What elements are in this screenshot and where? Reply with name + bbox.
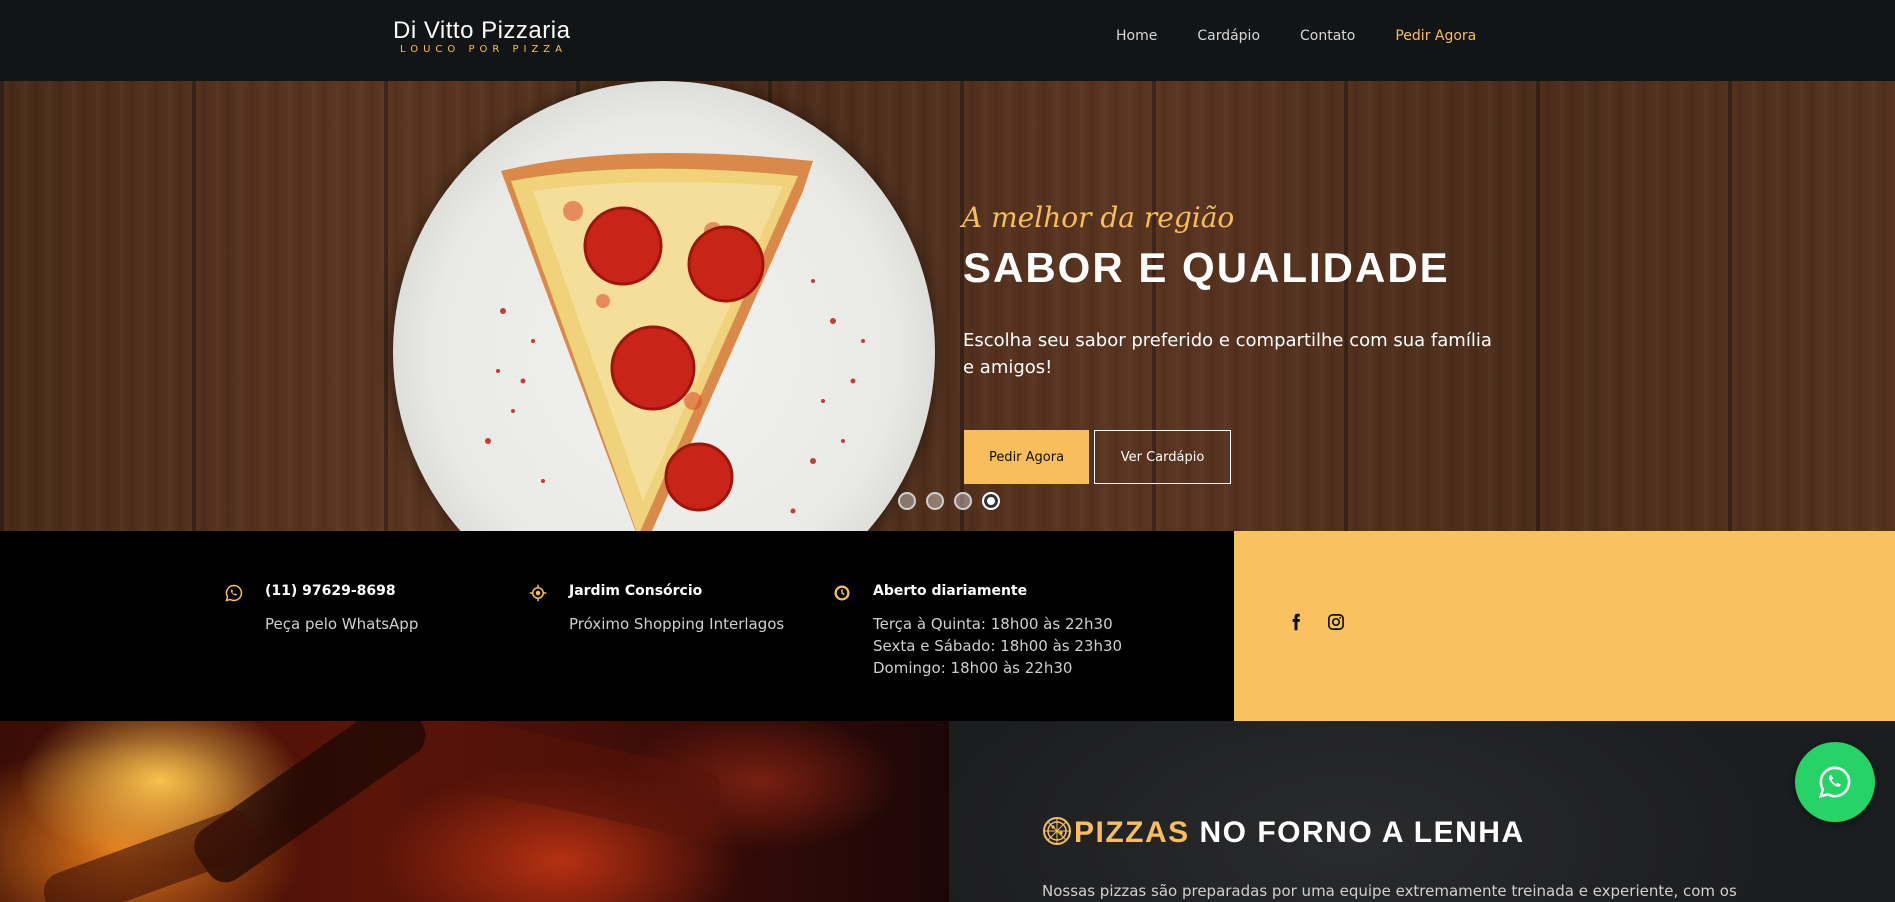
info-hours-line-3: Domingo: 18h00 às 22h30 — [873, 659, 1073, 677]
info-location-lines: Próximo Shopping Interlagos — [569, 613, 784, 635]
social-links — [1287, 613, 1345, 631]
brand-logo[interactable]: Di Vitto Pizzaria LOUCO POR PIZZA — [393, 18, 570, 56]
info-band: (11) 97629-8698 Peça pelo WhatsApp Jardi… — [0, 531, 1234, 721]
about-title-rest: NO FORNO A LENHA — [1189, 816, 1525, 849]
nav-contato[interactable]: Contato — [1300, 28, 1355, 44]
carousel-dot-3[interactable] — [954, 492, 972, 510]
carousel-dot-1[interactable] — [898, 492, 916, 510]
facebook-icon[interactable] — [1287, 613, 1305, 631]
view-menu-button[interactable]: Ver Cardápio — [1094, 430, 1231, 484]
carousel-indicators — [898, 492, 1000, 510]
info-phone-lines: Peça pelo WhatsApp — [265, 613, 418, 635]
carousel-dot-4[interactable] — [982, 492, 1000, 510]
pizza-icon — [1043, 817, 1071, 845]
pizza-plate-image — [393, 81, 935, 531]
location-icon — [529, 584, 547, 602]
info-hours-line-2: Sexta e Sábado: 18h00 às 23h30 — [873, 637, 1123, 655]
whatsapp-icon — [1818, 766, 1851, 798]
nav-home[interactable]: Home — [1116, 28, 1157, 44]
clock-icon — [834, 585, 850, 601]
info-phone-line: Peça pelo WhatsApp — [265, 615, 419, 633]
social-panel — [1234, 531, 1895, 721]
brand-name: Di Vitto Pizzaria — [393, 17, 571, 44]
pizza-slice-image — [485, 153, 865, 531]
instagram-icon[interactable] — [1327, 613, 1345, 631]
hero-description: Escolha seu sabor preferido e compartilh… — [963, 330, 1492, 378]
log-shape — [38, 804, 262, 902]
wood-fire-image — [0, 721, 949, 902]
nav-pedir-agora[interactable]: Pedir Agora — [1395, 28, 1476, 44]
about-title-highlight: PIZZAS — [1074, 816, 1190, 849]
nav-cardapio[interactable]: Cardápio — [1197, 28, 1260, 44]
about-title: PIZZAS NO FORNO A LENHA — [1042, 816, 1525, 850]
whatsapp-icon — [225, 584, 243, 602]
about-description: Nossas pizzas são preparadas por uma equ… — [1042, 882, 1737, 900]
navbar: Di Vitto Pizzaria LOUCO POR PIZZA Home C… — [0, 0, 1895, 81]
hero-title: SABOR E QUALIDADE — [963, 244, 1450, 291]
info-location-line: Próximo Shopping Interlagos — [569, 615, 785, 633]
main-nav: Home Cardápio Contato Pedir Agora — [1116, 28, 1516, 44]
carousel-dot-2[interactable] — [926, 492, 944, 510]
info-location-title: Jardim Consórcio — [569, 583, 703, 599]
info-hours-lines: Terça à Quinta: 18h00 às 22h30 Sexta e S… — [873, 613, 1122, 679]
brand-tagline: LOUCO POR PIZZA — [400, 44, 567, 55]
info-phone-title[interactable]: (11) 97629-8698 — [265, 583, 396, 599]
log-shape — [416, 721, 724, 842]
hero-kicker: A melhor da região — [962, 201, 1235, 234]
order-now-button[interactable]: Pedir Agora — [964, 430, 1089, 484]
whatsapp-float-button[interactable] — [1795, 742, 1875, 822]
about-section: PIZZAS NO FORNO A LENHA Nossas pizzas sã… — [949, 721, 1895, 902]
hero-carousel: A melhor da região SABOR E QUALIDADE Esc… — [0, 81, 1895, 531]
info-hours-line-1: Terça à Quinta: 18h00 às 22h30 — [873, 615, 1113, 633]
info-hours-title: Aberto diariamente — [873, 583, 1028, 599]
